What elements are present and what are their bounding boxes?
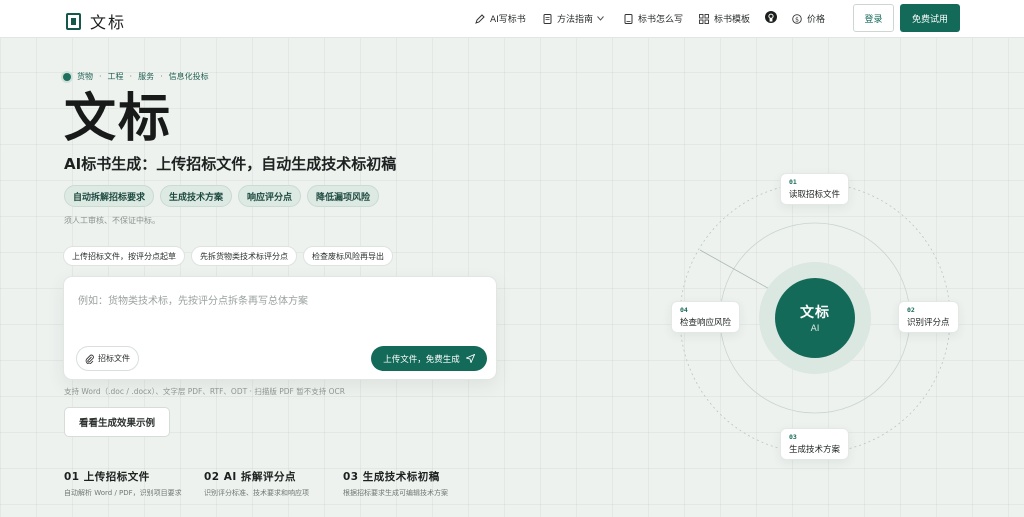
node-number: 01 [789, 178, 797, 186]
hero-title: 文标 [64, 89, 173, 149]
nav-ai-write-label: AI写标书 [490, 15, 526, 25]
book-icon [624, 13, 633, 24]
nav-pricing-label: 价格 [807, 15, 826, 25]
step-item: 03 生成技术标初稿 根据招标要求生成可编辑技术方案 [343, 469, 448, 498]
prompt-chip[interactable]: 先拆货物类技术标评分点 [191, 246, 297, 266]
svg-text:$: $ [795, 16, 799, 23]
center-title: 文标 [800, 305, 830, 321]
crumb-goods: 货物 [77, 72, 93, 81]
step-desc: 自动解析 Word / PDF，识别项目要求 [64, 489, 182, 497]
node-label: 读取招标文件 [789, 190, 841, 200]
nav-method-guide[interactable]: 方法指南 [543, 12, 604, 25]
workflow-node: 03 生成技术方案 [780, 428, 850, 460]
feature-tag: 自动拆解招标要求 [64, 185, 155, 207]
upload-generate-label: 上传文件，免费生成 [383, 354, 460, 365]
step-desc: 识别评分标准、技术要求和响应项 [204, 489, 309, 497]
nav-ai-write[interactable]: AI写标书 [475, 12, 526, 25]
step-item: 02 AI 拆解评分点 识别评分标准、技术要求和响应项 [204, 469, 309, 498]
workflow-node: 04 检查响应风险 [671, 301, 741, 333]
step-title: 03 生成技术标初稿 [343, 471, 440, 483]
send-icon [465, 354, 475, 363]
feature-tag: 降低漏项风险 [307, 185, 380, 207]
attach-file-button[interactable]: 招标文件 [76, 346, 139, 371]
node-label: 生成技术方案 [789, 445, 841, 455]
logo-icon [66, 12, 81, 30]
dollar-icon: $ [792, 13, 802, 24]
prompt-chip[interactable]: 检查废标风险再导出 [303, 246, 393, 266]
nav-how-to-write[interactable]: 标书怎么写 [624, 12, 683, 25]
prompt-input[interactable]: 例如：货物类技术标，先按评分点拆条再写总体方案 [78, 292, 308, 307]
crumb-engineering: 工程 [107, 72, 124, 81]
github-icon [765, 11, 777, 23]
nav-method-guide-label: 方法指南 [557, 15, 594, 25]
status-dot [63, 72, 71, 81]
supported-formats: 支持 Word（.doc / .docx）、文字层 PDF、RTF、ODT · … [64, 387, 345, 396]
workflow-diagram: 文标 AI 01 读取招标文件 02 识别评分点 03 生成技术方案 04 检查… [670, 170, 960, 470]
disclaimer-note: 须人工审核、不保证中标。 [64, 216, 160, 225]
workflow-node: 01 读取招标文件 [780, 173, 850, 205]
step-desc: 根据招标要求生成可编辑技术方案 [343, 489, 448, 497]
node-number: 03 [789, 433, 797, 441]
logo-text: 文标 [90, 13, 127, 32]
login-button[interactable]: 登录 [853, 4, 894, 32]
upload-generate-button[interactable]: 上传文件，免费生成 [371, 346, 487, 371]
center-hub: 文标 AI [759, 262, 871, 374]
hero-subtitle: AI标书生成：上传招标文件，自动生成技术标初稿 [64, 155, 397, 173]
nav-templates-label: 标书模板 [714, 15, 751, 25]
workflow-node: 02 识别评分点 [898, 301, 959, 333]
step-title: 02 AI 拆解评分点 [204, 471, 296, 483]
nav-how-to-write-label: 标书怎么写 [638, 15, 684, 25]
node-number: 04 [680, 306, 688, 314]
center-hub-core: 文标 AI [775, 278, 855, 358]
category-breadcrumb: 货物 · 工程 · 服务 · 信息化投标 [63, 71, 209, 82]
grid-icon [699, 13, 709, 24]
logo[interactable]: 文标 [66, 9, 126, 33]
feature-tag: 生成技术方案 [160, 185, 233, 207]
pen-icon [475, 13, 485, 24]
nav-templates[interactable]: 标书模板 [699, 12, 750, 25]
prompt-chip[interactable]: 上传招标文件，按评分点起草 [63, 246, 185, 266]
document-icon [543, 13, 552, 24]
nav-github[interactable] [765, 11, 782, 23]
nav-pricing[interactable]: $ 价格 [792, 12, 825, 25]
view-example-button[interactable]: 看看生成效果示例 [64, 407, 170, 437]
top-navbar: 文标 AI写标书 方法指南 标书怎么写 标书模板 $ 价格 登录 免费试用 [0, 0, 1024, 38]
feature-tag: 响应评分点 [238, 185, 302, 207]
feature-tags: 自动拆解招标要求 生成技术方案 响应评分点 降低漏项风险 [64, 185, 380, 207]
chevron-down-icon [597, 16, 604, 21]
crumb-it-bidding: 信息化投标 [168, 72, 209, 81]
attach-file-label: 招标文件 [98, 354, 130, 363]
step-title: 01 上传招标文件 [64, 471, 150, 483]
prompt-suggestions: 上传招标文件，按评分点起草 先拆货物类技术标评分点 检查废标风险再导出 [63, 246, 393, 266]
crumb-services: 服务 [138, 72, 155, 81]
node-number: 02 [907, 306, 915, 314]
node-label: 检查响应风险 [680, 318, 732, 328]
free-trial-button[interactable]: 免费试用 [900, 4, 960, 32]
node-label: 识别评分点 [907, 318, 950, 328]
paperclip-icon [85, 354, 94, 364]
center-subtitle: AI [810, 324, 820, 334]
prompt-input-card: 例如：货物类技术标，先按评分点拆条再写总体方案 招标文件 上传文件，免费生成 [63, 276, 497, 380]
step-item: 01 上传招标文件 自动解析 Word / PDF，识别项目要求 [64, 469, 182, 498]
